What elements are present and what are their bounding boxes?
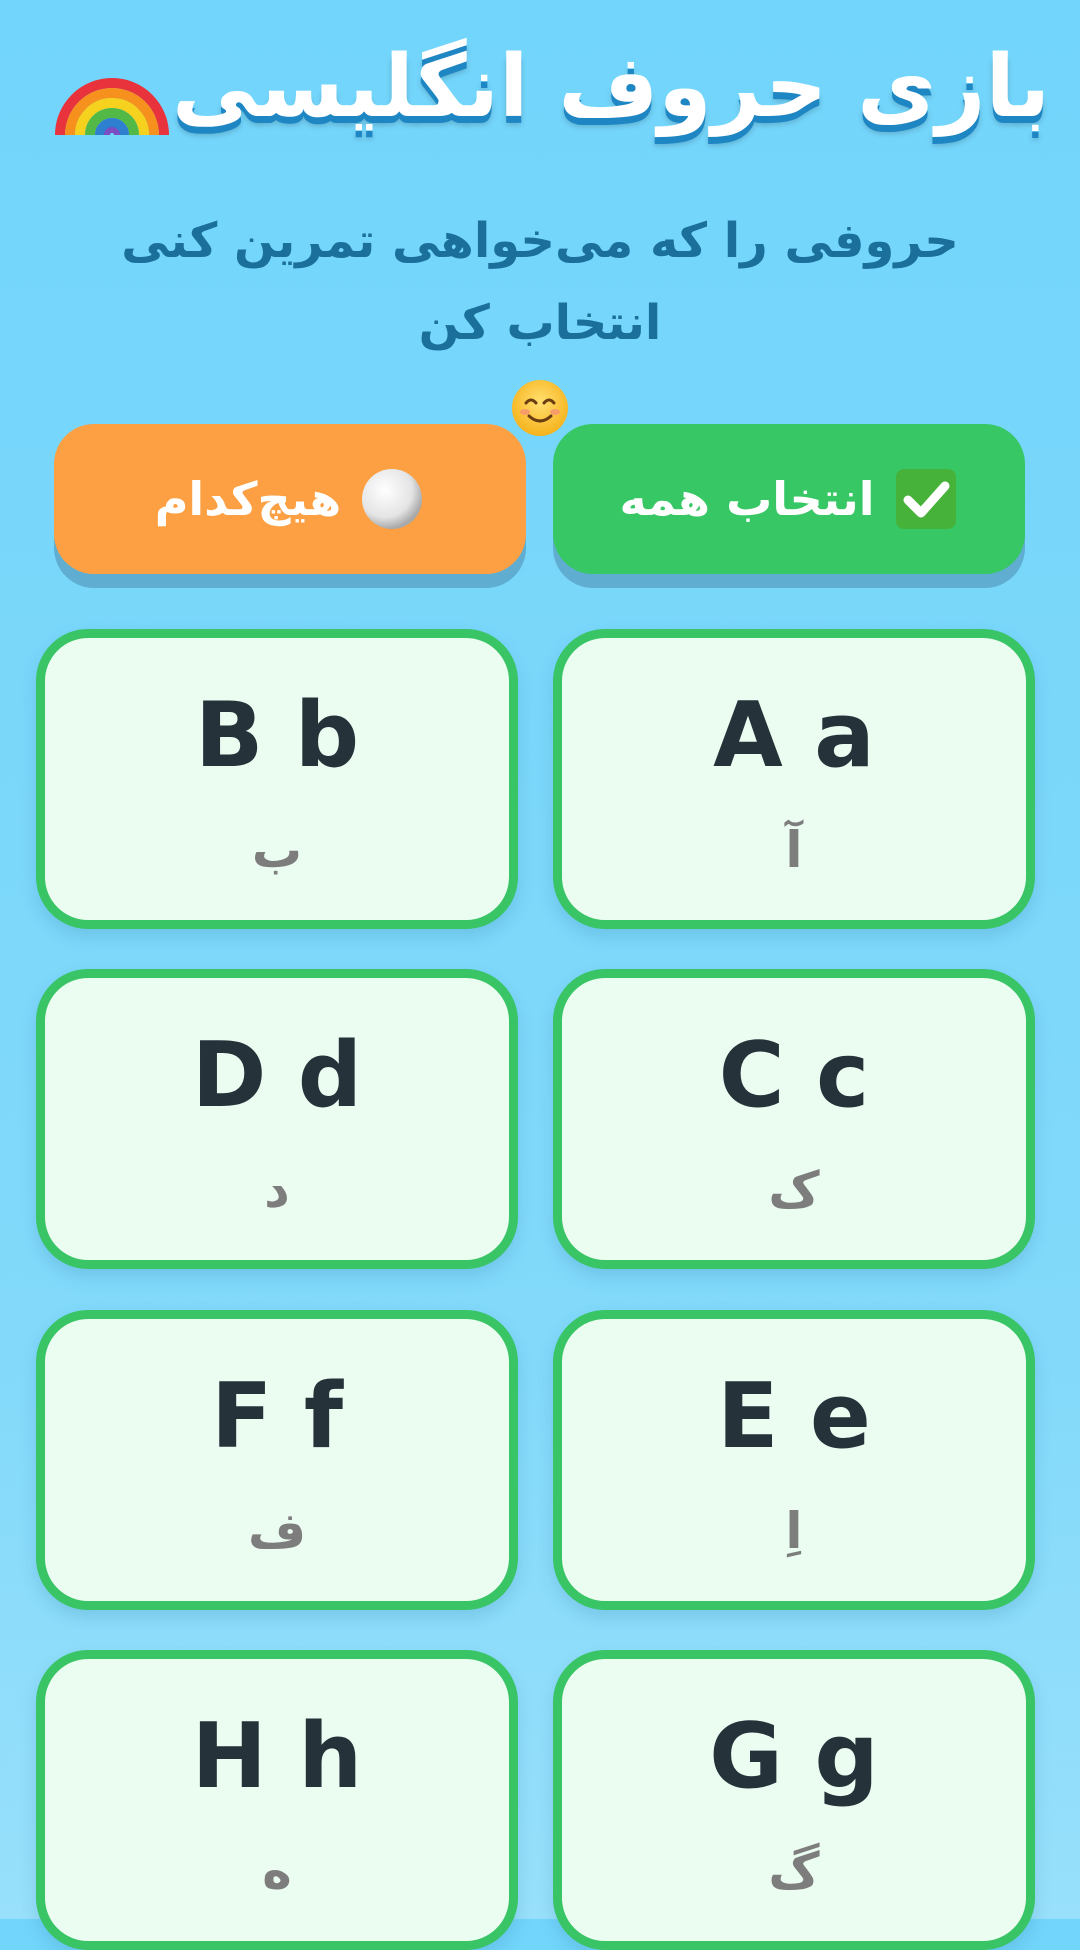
card-letter: D d (191, 1023, 363, 1128)
card-persian-hint: ه (262, 1842, 292, 1900)
select-all-button[interactable]: انتخاب همه (553, 424, 1025, 574)
select-none-button[interactable]: هیچ‌کدام (54, 424, 526, 574)
check-mark-button-icon (895, 469, 956, 529)
letter-card-f[interactable]: F f ف (36, 1310, 518, 1610)
rainbow-icon (54, 78, 169, 136)
select-all-label: انتخاب همه (619, 472, 875, 526)
card-persian-hint: ب (251, 821, 303, 879)
letter-card-a[interactable]: A a آ (553, 629, 1035, 929)
select-none-label: هیچ‌کدام (154, 472, 342, 526)
letter-card-e[interactable]: E e اِ (553, 1310, 1035, 1610)
card-persian-hint: ک (768, 1161, 820, 1219)
card-letter: G g (709, 1704, 879, 1809)
smiling-face-icon (512, 380, 568, 436)
letter-card-c[interactable]: C c ک (553, 969, 1035, 1269)
card-persian-hint: اِ (785, 1502, 803, 1560)
card-persian-hint: آ (785, 821, 803, 879)
white-circle-icon (362, 469, 423, 529)
letter-card-h[interactable]: H h ه (36, 1650, 518, 1950)
card-letter: H h (191, 1704, 363, 1809)
page-title: بازی حروف انگلیسی (171, 37, 1051, 137)
subtitle: حروفی را که می‌خواهی تمرین کنی انتخاب کن (40, 200, 1040, 446)
card-persian-hint: گ (768, 1842, 820, 1900)
card-letter: F f (211, 1364, 343, 1469)
letter-card-g[interactable]: G g گ (553, 1650, 1035, 1950)
card-letter: E e (717, 1364, 871, 1469)
card-persian-hint: ف (247, 1502, 307, 1560)
card-letter: B b (194, 683, 360, 788)
card-persian-hint: د (264, 1161, 290, 1219)
letter-card-d[interactable]: D d د (36, 969, 518, 1269)
title-row: بازی حروف انگلیسی (0, 22, 1080, 152)
letter-card-b[interactable]: B b ب (36, 629, 518, 929)
card-letter: A a (713, 683, 875, 788)
card-letter: C c (718, 1023, 870, 1128)
subtitle-text: حروفی را که می‌خواهی تمرین کنی انتخاب کن (121, 213, 959, 351)
